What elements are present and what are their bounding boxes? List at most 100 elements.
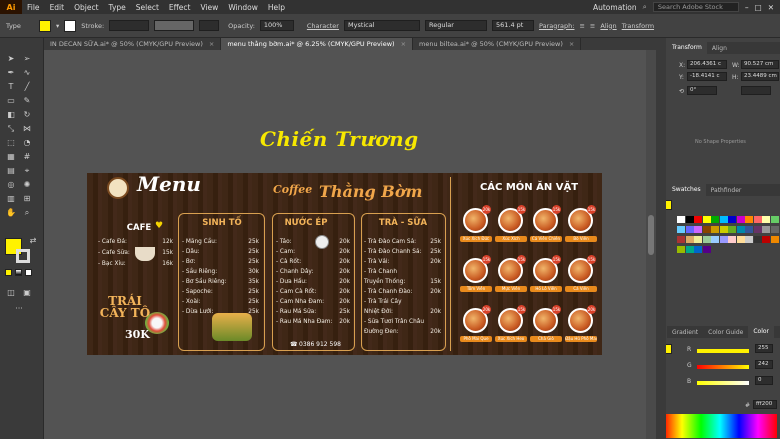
color-swatch[interactable] bbox=[736, 216, 745, 223]
stroke-weight-field[interactable] bbox=[109, 20, 150, 31]
symbol-sprayer-tool-icon[interactable]: ✺ bbox=[22, 180, 32, 190]
color-swatch[interactable] bbox=[685, 236, 694, 243]
color-swatch[interactable] bbox=[753, 226, 762, 233]
artboard-tool-icon[interactable]: ⊞ bbox=[22, 194, 32, 204]
free-transform-tool-icon[interactable]: ⬚ bbox=[6, 138, 16, 148]
chevron-down-icon[interactable]: ▾ bbox=[56, 22, 59, 30]
color-swatch[interactable] bbox=[719, 226, 728, 233]
none-mode-swatch[interactable] bbox=[25, 269, 32, 276]
curvature-tool-icon[interactable]: ∿ bbox=[22, 68, 32, 78]
tab-menu-thang-bom[interactable]: menu thằng bờm.ai* @ 6.25% (CMYK/GPU Pre… bbox=[221, 38, 414, 50]
color-swatch[interactable] bbox=[694, 246, 702, 253]
rectangle-tool-icon[interactable]: ▭ bbox=[6, 96, 16, 106]
color-swatch[interactable] bbox=[762, 226, 770, 233]
opacity-field[interactable]: 100% bbox=[259, 20, 294, 31]
shear-field[interactable] bbox=[741, 86, 771, 95]
r-slider[interactable] bbox=[697, 349, 749, 353]
perspective-tool-icon[interactable]: ▦ bbox=[6, 152, 16, 162]
y-field[interactable]: -18.4141 c bbox=[687, 72, 727, 81]
g-slider[interactable] bbox=[697, 365, 749, 369]
close-icon[interactable]: × bbox=[209, 40, 214, 48]
menu-select[interactable]: Select bbox=[131, 3, 164, 12]
r-field[interactable]: 255 bbox=[755, 344, 773, 353]
brush-field[interactable] bbox=[199, 20, 220, 31]
pen-tool-icon[interactable]: ✒ bbox=[6, 68, 16, 78]
panel-collapse-strip[interactable] bbox=[656, 38, 666, 439]
color-swatch[interactable] bbox=[711, 216, 719, 223]
stroke-swatch[interactable] bbox=[64, 19, 77, 32]
align-label[interactable]: Align bbox=[600, 22, 616, 30]
b-field[interactable]: 0 bbox=[755, 376, 773, 385]
tab-align[interactable]: Align bbox=[707, 45, 732, 52]
color-swatch[interactable] bbox=[694, 216, 702, 223]
tab-swatches[interactable]: Swatches bbox=[667, 184, 706, 196]
zoom-tool-icon[interactable]: ⌕ bbox=[22, 208, 32, 218]
swap-colors-icon[interactable]: ⇄ bbox=[28, 236, 38, 246]
x-field[interactable]: 206.4361 c bbox=[687, 60, 727, 69]
align-left-icon[interactable]: ≡ bbox=[579, 22, 584, 30]
menu-file[interactable]: File bbox=[22, 3, 45, 12]
direct-selection-tool-icon[interactable]: ➢ bbox=[22, 54, 32, 64]
menu-object[interactable]: Object bbox=[69, 3, 103, 12]
tab-in-decan-sua[interactable]: IN DECAN SỮA.ai* @ 50% (CMYK/GPU Preview… bbox=[44, 38, 222, 50]
paragraph-label[interactable]: Paragraph: bbox=[539, 22, 574, 30]
maximize-icon[interactable]: □ bbox=[755, 3, 762, 12]
stroke-label[interactable]: Stroke: bbox=[81, 22, 104, 30]
color-swatch[interactable] bbox=[694, 226, 702, 233]
selection-tool-icon[interactable]: ➤ bbox=[6, 54, 16, 64]
color-swatch[interactable] bbox=[770, 216, 779, 223]
color-swatch[interactable] bbox=[753, 236, 762, 243]
color-swatch[interactable] bbox=[745, 236, 753, 243]
paintbrush-tool-icon[interactable]: ✎ bbox=[22, 96, 32, 106]
menu-window[interactable]: Window bbox=[223, 3, 263, 12]
opacity-label[interactable]: Opacity: bbox=[228, 22, 255, 30]
menu-artboard[interactable]: Menu Coffee Thằng Bờm CAFE ♥ - Cafe Đá: … bbox=[87, 173, 602, 355]
color-swatch[interactable] bbox=[728, 226, 736, 233]
font-style-field[interactable]: Regular bbox=[424, 20, 487, 31]
color-swatch[interactable] bbox=[745, 226, 753, 233]
color-swatch[interactable] bbox=[677, 236, 685, 243]
color-swatch[interactable] bbox=[770, 236, 779, 243]
fill-swatch[interactable] bbox=[39, 19, 51, 32]
character-label[interactable]: Character bbox=[307, 22, 339, 30]
w-field[interactable]: 90.527 cm bbox=[741, 60, 779, 69]
tab-menu-biltea[interactable]: menu biltea.ai* @ 50% (CMYK/GPU Preview)… bbox=[413, 38, 582, 50]
scale-tool-icon[interactable]: ⤡ bbox=[6, 124, 16, 134]
b-slider[interactable] bbox=[697, 381, 749, 385]
menu-view[interactable]: View bbox=[196, 3, 224, 12]
color-swatch[interactable] bbox=[711, 236, 719, 243]
menu-effect[interactable]: Effect bbox=[164, 3, 196, 12]
color-swatch[interactable] bbox=[702, 236, 711, 243]
close-icon[interactable]: × bbox=[569, 40, 574, 48]
color-swatch[interactable] bbox=[694, 236, 702, 243]
color-mode-swatch[interactable] bbox=[5, 269, 12, 276]
edit-toolbar-icon[interactable]: ··· bbox=[14, 304, 24, 314]
hex-field[interactable]: fff200 bbox=[753, 400, 777, 409]
color-swatch[interactable] bbox=[728, 236, 736, 243]
tab-pathfinder[interactable]: Pathfinder bbox=[706, 187, 747, 194]
color-swatch[interactable] bbox=[719, 236, 728, 243]
color-spectrum[interactable] bbox=[663, 414, 777, 438]
color-swatch[interactable] bbox=[736, 226, 745, 233]
close-icon[interactable]: × bbox=[401, 40, 406, 48]
scrollbar-thumb[interactable] bbox=[648, 215, 654, 255]
tab-gradient[interactable]: Gradient bbox=[667, 329, 703, 336]
h-field[interactable]: 23.4489 cm bbox=[741, 72, 779, 81]
align-center-icon[interactable]: ≡ bbox=[590, 22, 595, 30]
color-swatch[interactable] bbox=[685, 246, 694, 253]
width-tool-icon[interactable]: ⋈ bbox=[22, 124, 32, 134]
color-swatch[interactable] bbox=[762, 236, 770, 243]
minimize-icon[interactable]: – bbox=[745, 3, 749, 12]
color-swatch[interactable] bbox=[677, 226, 685, 233]
type-tool-icon[interactable]: T bbox=[6, 82, 16, 92]
color-swatch[interactable] bbox=[685, 216, 694, 223]
color-swatch[interactable] bbox=[702, 226, 711, 233]
tab-transform[interactable]: Transform bbox=[667, 42, 707, 54]
shape-builder-tool-icon[interactable]: ◔ bbox=[22, 138, 32, 148]
variable-width-field[interactable] bbox=[154, 20, 195, 31]
vertical-scrollbar[interactable] bbox=[646, 50, 656, 439]
tab-color[interactable]: Color bbox=[748, 326, 774, 338]
blend-tool-icon[interactable]: ◎ bbox=[6, 180, 16, 190]
color-swatch[interactable] bbox=[711, 226, 719, 233]
color-swatch[interactable] bbox=[719, 216, 728, 223]
